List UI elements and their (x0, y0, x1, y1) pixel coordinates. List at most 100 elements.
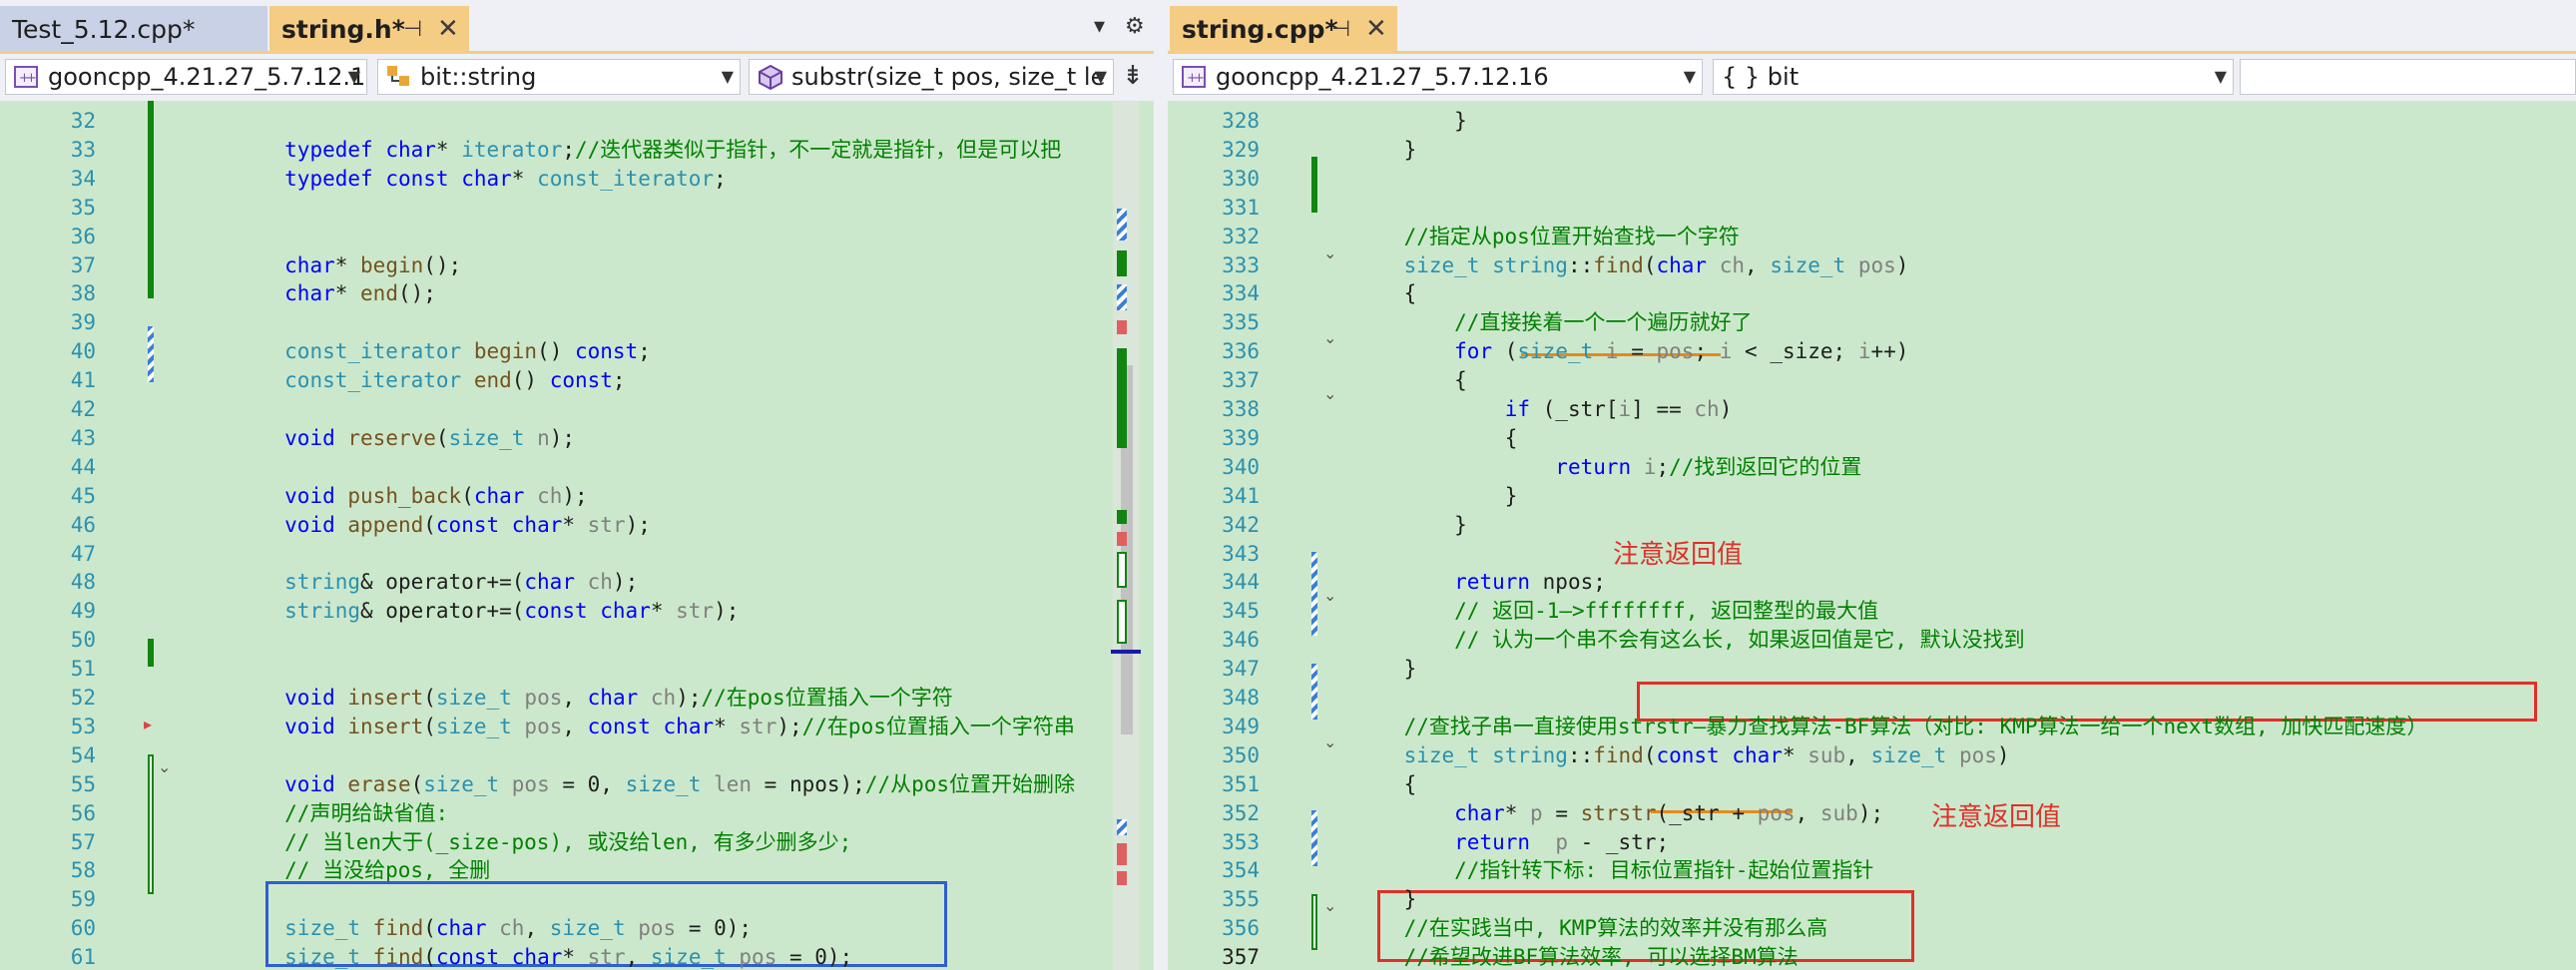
code-line[interactable]: 37 char* begin(); (0, 251, 1154, 279)
code-text: void erase(size_t pos = 0, size_t len = … (284, 771, 1076, 796)
code-text: size_t find(char ch, size_t pos = 0); (284, 916, 753, 941)
pin-icon[interactable]: ⊣ (403, 6, 422, 53)
code-line[interactable]: 345 // 返回-1—>ffffffff, 返回整型的最大值 (1168, 597, 2576, 625)
code-line[interactable]: 343 (1168, 540, 2576, 568)
code-text: // 认为一个串不会有这么长, 如果返回值是它, 默认没找到 (1454, 628, 2025, 653)
code-line[interactable]: 33 typedef char* iterator;//迭代器类似于指针，不一定… (0, 136, 1154, 164)
scope-dropdown[interactable]: bit::string ▼ (377, 59, 741, 95)
code-line[interactable]: 354 //指针转下标: 目标位置指针-起始位置指针 (1168, 856, 2576, 884)
code-line[interactable]: 48 string& operator+=(char ch); (0, 568, 1154, 596)
cpp-project-icon: ++ (1182, 66, 1206, 88)
code-text: typedef const char* const_iterator; (284, 166, 727, 191)
code-line[interactable]: 357 //希望改进BF算法效率, 可以选择BM算法 (1168, 943, 2576, 970)
code-line[interactable]: 341 } (1168, 482, 2576, 510)
code-line[interactable]: 339 { (1168, 424, 2576, 452)
code-line[interactable]: 334 { (1168, 279, 2576, 307)
code-line[interactable]: 49 string& operator+=(const char* str); (0, 597, 1154, 625)
code-text: char* p = strstr(_str + pos, sub); (1454, 800, 1884, 825)
member-dropdown[interactable] (2240, 59, 2576, 95)
line-number: 330 (1222, 166, 1260, 191)
tab-test-5-12-cpp[interactable]: Test_5.12.cpp* (0, 6, 267, 53)
code-text: char* end(); (284, 281, 436, 306)
line-number: 33 (70, 137, 96, 162)
pane-splitter[interactable] (1154, 0, 1168, 970)
line-number: 340 (1222, 454, 1260, 479)
code-line[interactable]: 333 size_t string::find(char ch, size_t … (1168, 251, 2576, 279)
code-line[interactable]: 340 return i;//找到返回它的位置 (1168, 453, 2576, 481)
code-line[interactable]: 56 //声明给缺省值: (0, 799, 1154, 827)
code-line[interactable]: 330 (1168, 165, 2576, 193)
code-line[interactable]: 46 void append(const char* str); (0, 511, 1154, 539)
code-line[interactable]: 332 //指定从pos位置开始查找一个字符 (1168, 223, 2576, 250)
vertical-scrollbar[interactable] (1111, 101, 1141, 970)
code-line[interactable]: 348 (1168, 684, 2576, 712)
code-line[interactable]: 42 (0, 395, 1154, 423)
project-dropdown[interactable]: + + gooncpp_4.21.27_5.7.12.1 ▼ (5, 59, 367, 95)
scope-dropdown[interactable]: { } bit ▼ (1713, 59, 2234, 95)
overview-marker (1117, 250, 1127, 276)
code-line[interactable]: 346 // 认为一个串不会有这么长, 如果返回值是它, 默认没找到 (1168, 626, 2576, 654)
code-line[interactable]: 355 } (1168, 885, 2576, 913)
line-number: 342 (1222, 512, 1260, 537)
code-line[interactable]: 53 void insert(size_t pos, const char* s… (0, 713, 1154, 740)
code-line[interactable]: 331 (1168, 194, 2576, 222)
code-line[interactable]: 337 { (1168, 366, 2576, 394)
code-line[interactable]: 356 //在实践当中, KMP算法的效率并没有那么高 (1168, 914, 2576, 942)
code-line[interactable]: 45 void push_back(char ch); (0, 482, 1154, 510)
close-icon[interactable]: ✕ (1365, 6, 1387, 53)
code-line[interactable]: 35 (0, 194, 1154, 222)
code-line[interactable]: 350 size_t string::find(const char* sub,… (1168, 741, 2576, 769)
code-line[interactable]: 41 const_iterator end() const; (0, 366, 1154, 394)
split-window-icon[interactable]: ⇟ (1116, 60, 1150, 94)
code-line[interactable]: 52 void insert(size_t pos, char ch);//在p… (0, 684, 1154, 712)
code-line[interactable]: 352 char* p = strstr(_str + pos, sub); (1168, 799, 2576, 827)
tab-string-h[interactable]: string.h* ⊣ ✕ (269, 6, 469, 53)
code-line[interactable]: 47 (0, 540, 1154, 568)
code-line[interactable]: 54 (0, 741, 1154, 769)
close-icon[interactable]: ✕ (437, 6, 459, 53)
code-line[interactable]: 40 const_iterator begin() const; (0, 337, 1154, 365)
code-line[interactable]: 338 if (_str[i] == ch) (1168, 395, 2576, 423)
code-line[interactable]: 351 { (1168, 770, 2576, 798)
tab-string-cpp[interactable]: string.cpp* ⊣ ✕ (1170, 6, 1397, 53)
code-line[interactable]: 342 } (1168, 511, 2576, 539)
gear-icon[interactable]: ⚙ (1125, 14, 1145, 39)
line-number: 58 (70, 858, 96, 883)
code-line[interactable]: 36 (0, 223, 1154, 250)
code-text: size_t string::find(char ch, size_t pos) (1403, 252, 1909, 277)
line-number: 346 (1222, 628, 1260, 653)
code-line[interactable]: 353 return p - _str; (1168, 828, 2576, 856)
code-line[interactable]: 335 //直接挨着一个一个遍历就好了 (1168, 308, 2576, 336)
line-number: 38 (70, 281, 96, 306)
code-line[interactable]: 58 // 当没给pos, 全删 (0, 856, 1154, 884)
code-line[interactable]: 43 void reserve(size_t n); (0, 424, 1154, 452)
code-line[interactable]: 344 return npos; (1168, 568, 2576, 596)
code-line[interactable]: 44 (0, 453, 1154, 481)
code-editor[interactable]: ⌄ ⌄ ⌄ ⌄ ⌄ ⌄ 注意返回值 注意返回值 328 } 329 } 330 331… (1168, 101, 2576, 970)
code-line[interactable]: 328 } (1168, 107, 2576, 135)
code-line[interactable]: 349 //查找子串一直接使用strstr—暴力查找算法-BF算法（对比: KM… (1168, 713, 2576, 740)
code-line[interactable]: 59 (0, 885, 1154, 913)
line-number: 329 (1222, 137, 1260, 162)
code-line[interactable]: 51 (0, 655, 1154, 683)
code-line[interactable]: 336 for (size_t i = pos; i < _size; i++) (1168, 337, 2576, 365)
code-line[interactable]: 61 size_t find(const char* str, size_t p… (0, 943, 1154, 970)
pin-icon[interactable]: ⊣ (1331, 6, 1350, 53)
member-dropdown[interactable]: substr(size_t pos, size_t le ▼ (749, 59, 1114, 95)
code-line[interactable]: 34 typedef const char* const_iterator; (0, 165, 1154, 193)
line-number: 35 (70, 195, 96, 220)
code-line[interactable]: 347 } (1168, 655, 2576, 683)
code-line[interactable]: 60 size_t find(char ch, size_t pos = 0); (0, 914, 1154, 942)
code-line[interactable]: 55 void erase(size_t pos = 0, size_t len… (0, 770, 1154, 798)
code-line[interactable]: 329 } (1168, 136, 2576, 164)
chevron-down-icon[interactable]: ▾ (1094, 14, 1105, 39)
code-line[interactable]: 32 (0, 107, 1154, 135)
code-line[interactable]: 57 // 当len大于(_size-pos), 或没给len, 有多少删多少; (0, 828, 1154, 856)
overview-marker (1117, 510, 1127, 524)
code-line[interactable]: 39 (0, 308, 1154, 336)
code-editor[interactable]: ▸ ⌄ 32 33 typedef char* iterator;//迭代器类似于… (0, 101, 1154, 970)
code-line[interactable]: 38 char* end(); (0, 279, 1154, 307)
code-line[interactable]: 50 (0, 626, 1154, 654)
code-text: typedef char* iterator;//迭代器类似于指针，不一定就是指… (284, 137, 1062, 162)
project-dropdown[interactable]: + + gooncpp_4.21.27_5.7.12.16 ▼ (1173, 59, 1703, 95)
